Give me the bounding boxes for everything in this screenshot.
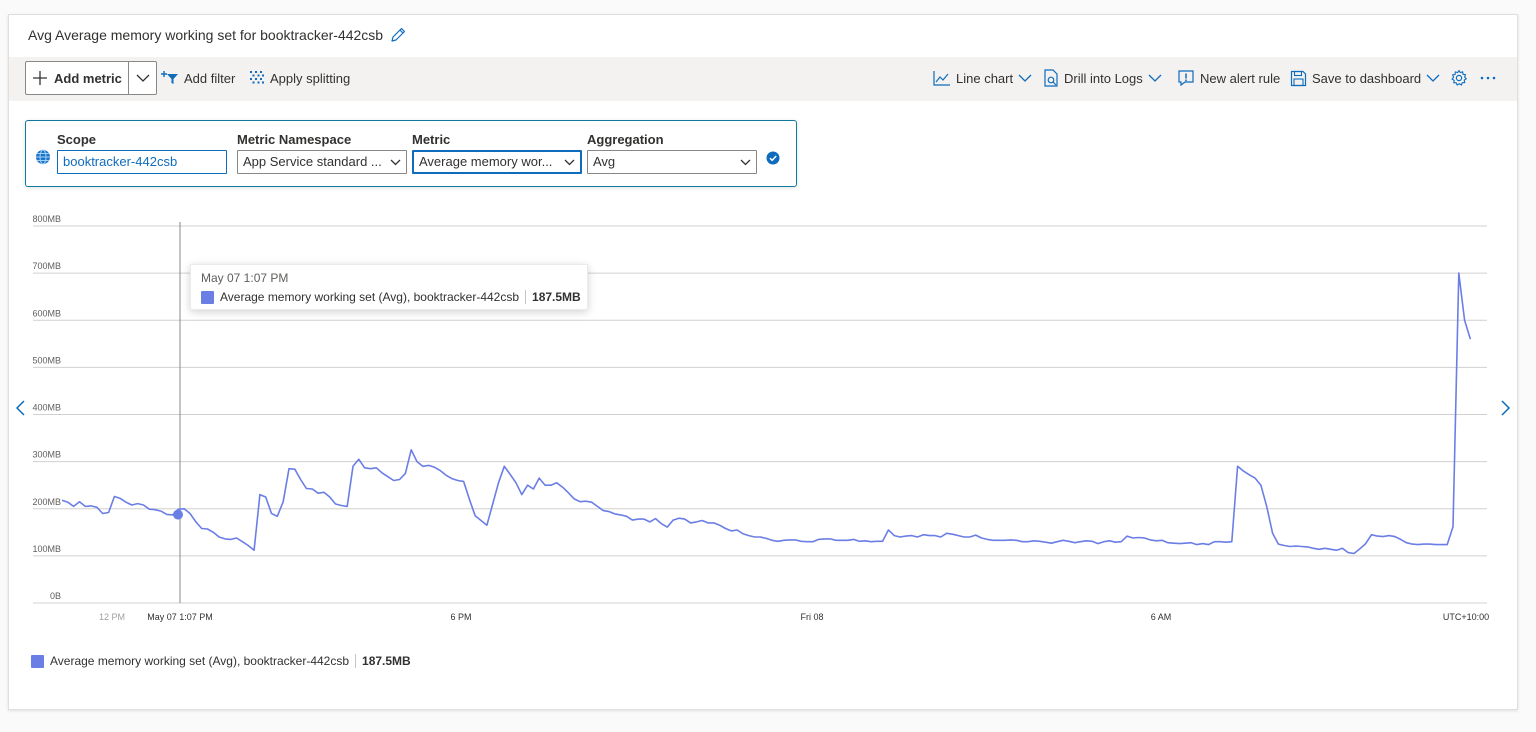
y-tick-label: 100MB <box>32 544 61 554</box>
y-tick-label: 700MB <box>32 261 61 271</box>
y-tick-label: 500MB <box>32 355 61 365</box>
x-tick-label: Fri 08 <box>800 612 823 622</box>
x-tick-label: 6 AM <box>1151 612 1172 622</box>
y-tick-label: 200MB <box>32 497 61 507</box>
tooltip-series-swatch <box>201 290 214 304</box>
legend-series-name: Average memory working set (Avg), booktr… <box>50 654 350 668</box>
chart-legend-item[interactable]: Average memory working set (Avg), booktr… <box>31 654 411 668</box>
line-chart[interactable]: 800MB 700MB 600MB 500MB 400MB 300MB 200MB 100MB… <box>0 0 1536 732</box>
legend-series-swatch <box>31 654 44 668</box>
tooltip-separator <box>525 290 527 304</box>
legend-value: 187.5MB <box>362 654 411 668</box>
chart-tooltip: May 07 1:07 PM Average memory working se… <box>190 264 588 310</box>
y-tick-label: 800MB <box>32 214 61 224</box>
tooltip-time: May 07 1:07 PM <box>201 271 289 285</box>
y-tick-label: 0B <box>50 591 61 601</box>
tooltip-series-name: Average memory working set (Avg), booktr… <box>220 290 520 304</box>
y-tick-label: 600MB <box>32 308 61 318</box>
x-tick-label: 12 PM <box>99 612 125 622</box>
x-tick-label: 6 PM <box>450 612 471 622</box>
x-tick-label: May 07 1:07 PM <box>147 612 213 622</box>
cursor-point-marker <box>173 509 183 520</box>
y-tick-label: 400MB <box>32 403 61 413</box>
x-tick-label: UTC+10:00 <box>1443 612 1489 622</box>
tooltip-row: Average memory working set (Avg), booktr… <box>201 290 581 304</box>
tooltip-value: 187.5MB <box>532 290 581 304</box>
series-line <box>61 272 1472 555</box>
y-tick-label: 300MB <box>32 450 61 460</box>
legend-separator <box>355 654 357 668</box>
